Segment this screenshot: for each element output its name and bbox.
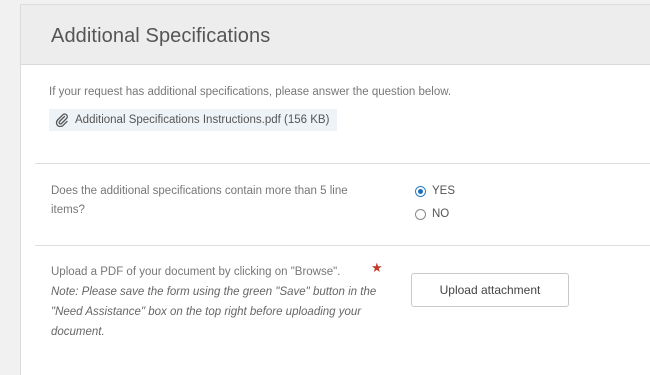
- required-star-icon: ★: [371, 260, 383, 275]
- line-items-question: Does the additional specifications conta…: [51, 185, 348, 216]
- radio-yes-label: YES: [432, 185, 456, 197]
- additional-specifications-panel: Additional Specifications If your reques…: [20, 4, 650, 375]
- radio-yes[interactable]: YES: [415, 185, 455, 197]
- upload-label-text: Upload a PDF of your document by clickin…: [51, 266, 341, 278]
- section-title: Additional Specifications: [51, 25, 271, 47]
- instructions-pdf-link-text: Additional Specifications Instructions.p…: [75, 114, 330, 126]
- upload-instructions: Upload a PDF of your document by clickin…: [51, 262, 381, 342]
- paperclip-icon: [55, 113, 69, 128]
- radio-no[interactable]: NO: [415, 208, 449, 220]
- panel-header: Additional Specifications: [21, 5, 650, 65]
- divider: [35, 245, 650, 246]
- divider: [35, 163, 650, 164]
- radio-yes-circle[interactable]: [415, 185, 426, 197]
- intro-text: If your request has additional specifica…: [49, 86, 452, 98]
- upload-attachment-button[interactable]: Upload attachment: [411, 273, 569, 307]
- radio-no-circle[interactable]: [415, 208, 426, 220]
- instructions-pdf-link[interactable]: Additional Specifications Instructions.p…: [49, 109, 338, 131]
- upload-note: Note: Please save the form using the gre…: [51, 286, 377, 338]
- radio-no-label: NO: [432, 208, 450, 220]
